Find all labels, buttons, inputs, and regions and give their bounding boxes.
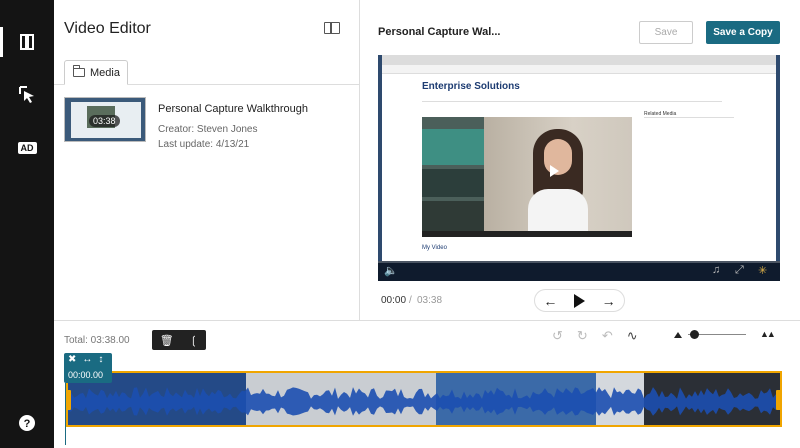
- tool-rail: AD ?: [0, 0, 54, 448]
- site-title: Enterprise Solutions: [422, 81, 520, 92]
- slide-column: [422, 117, 484, 237]
- redo-icon[interactable]: ↻: [577, 328, 588, 344]
- trim-handle-right[interactable]: [776, 390, 781, 410]
- site-divider: [422, 101, 722, 102]
- browser-address-bar: [382, 65, 776, 74]
- wand-icon[interactable]: ❲: [189, 334, 198, 347]
- captions-burst-icon[interactable]: ✳: [758, 264, 767, 277]
- cursor-tool-button[interactable]: [0, 76, 54, 112]
- cursor-select-icon: [19, 86, 34, 103]
- volume-icon[interactable]: 🔈: [384, 264, 398, 277]
- embedded-video-controls: [422, 231, 632, 237]
- step-forward-icon[interactable]: →: [602, 294, 616, 308]
- help-button[interactable]: ?: [0, 405, 54, 441]
- play-icon[interactable]: [573, 293, 585, 308]
- video-title: Personal Capture Wal...: [378, 26, 501, 38]
- slide-thumb: [422, 169, 484, 197]
- panel-layout-toggle-icon[interactable]: [324, 22, 340, 34]
- media-name[interactable]: Personal Capture Walkthrough: [158, 103, 308, 115]
- playhead-line: [65, 383, 66, 445]
- presenter-video: [484, 117, 632, 237]
- tab-media[interactable]: Media: [64, 60, 128, 85]
- media-list-item[interactable]: 03:38 Personal Capture Walkthrough Creat…: [64, 97, 354, 157]
- audio-description-icon: AD: [17, 142, 37, 154]
- timeline-total: Total: 03:38.00: [64, 335, 130, 346]
- total-time: 03:38: [417, 295, 443, 306]
- media-last-update: Last update: 4/13/21: [158, 139, 250, 150]
- time-separator: /: [409, 295, 412, 306]
- scenes-icon: [20, 34, 34, 50]
- help-glyph: ?: [24, 418, 31, 430]
- presenter-shirt: [528, 189, 588, 237]
- playhead-actions: ✖ ↔ ↕: [68, 354, 103, 365]
- media-thumbnail[interactable]: 03:38: [64, 97, 146, 142]
- tab-media-label: Media: [90, 66, 120, 79]
- media-creator: Creator: Steven Jones: [158, 124, 258, 135]
- folder-icon: [73, 65, 85, 77]
- history-tools: ↺ ↻ ↶ ∿: [552, 328, 638, 344]
- expand-icon[interactable]: ↕: [98, 354, 103, 365]
- transport-controls: ← →: [534, 289, 625, 312]
- clip-toolbar: 🗑 ❲: [152, 330, 206, 350]
- my-video-heading: My Video: [422, 245, 447, 251]
- slide-thumb: [422, 129, 484, 165]
- waveform-icon[interactable]: ∿: [627, 328, 638, 344]
- scenes-tool-button[interactable]: [0, 24, 54, 60]
- help-icon: ?: [19, 415, 35, 431]
- timeline: Total: 03:38.00 🗑 ❲ ↺ ↻ ↶ ∿ ▲▲ ✖ ↔ ↕ 00:…: [54, 320, 800, 448]
- step-back-icon[interactable]: ←: [543, 294, 557, 308]
- browser-tab-bar: [382, 55, 776, 65]
- trim-handle-left[interactable]: [66, 390, 71, 410]
- duration-badge: 03:38: [89, 115, 120, 127]
- playhead[interactable]: ✖ ↔ ↕ 00:00.00: [64, 353, 112, 383]
- zoom-slider-knob[interactable]: [690, 330, 699, 339]
- preview-panel: Personal Capture Wal... Save Save a Copy…: [361, 0, 800, 320]
- rewind-icon[interactable]: ↺: [552, 328, 563, 344]
- music-note-icon[interactable]: ♫: [712, 264, 720, 276]
- player-progress-track[interactable]: [378, 261, 780, 263]
- media-panel: Video Editor Media 03:38 Personal Captur…: [54, 0, 360, 320]
- cut-icon[interactable]: ✖: [68, 354, 76, 365]
- audio-description-button[interactable]: AD: [0, 130, 54, 166]
- save-button[interactable]: Save: [639, 21, 693, 44]
- embedded-play-icon: [550, 165, 559, 177]
- captured-browser-frame: Enterprise Solutions Related Media My Vi…: [382, 55, 776, 261]
- save-copy-button[interactable]: Save a Copy: [706, 21, 780, 44]
- related-divider: [644, 117, 734, 118]
- split-icon[interactable]: ↔: [82, 354, 92, 365]
- clip-track[interactable]: [66, 371, 782, 427]
- trash-icon[interactable]: 🗑: [160, 334, 174, 347]
- fullscreen-icon[interactable]: ⤢: [735, 264, 744, 277]
- panel-title: Video Editor: [64, 20, 151, 37]
- slide-thumb: [422, 201, 484, 231]
- video-player[interactable]: Enterprise Solutions Related Media My Vi…: [378, 55, 780, 281]
- zoom-in-icon[interactable]: ▲▲: [760, 329, 776, 339]
- current-time: 00:00: [381, 295, 407, 306]
- undo-icon[interactable]: ↶: [602, 328, 613, 344]
- zoom-out-icon[interactable]: [674, 332, 682, 338]
- audio-waveform: [68, 387, 780, 416]
- playhead-time: 00:00.00: [68, 370, 104, 380]
